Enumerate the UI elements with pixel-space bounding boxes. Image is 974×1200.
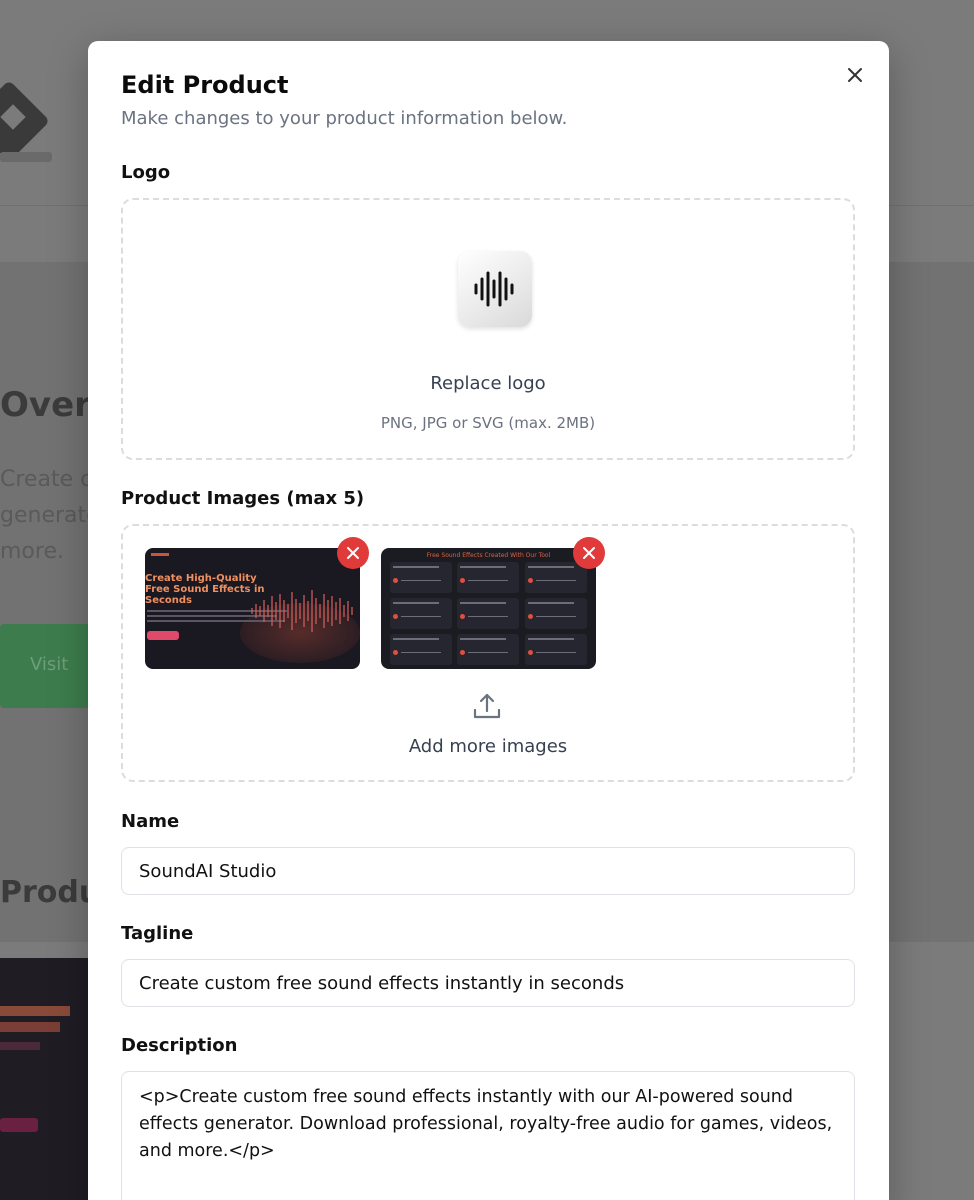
card-play bbox=[393, 650, 398, 655]
card-track bbox=[536, 616, 576, 617]
thumbnail-headline-line: Free Sound Effects in bbox=[145, 584, 265, 595]
thumbnail-card bbox=[390, 562, 452, 593]
remove-image-button[interactable] bbox=[573, 537, 605, 569]
card-play bbox=[460, 614, 465, 619]
card-track bbox=[401, 580, 441, 581]
thumbnail-card bbox=[525, 562, 587, 593]
product-image-thumbnail: Free Sound Effects Created With Our Tool bbox=[381, 548, 596, 669]
add-more-images-button[interactable]: Add more images bbox=[123, 736, 853, 757]
card-play bbox=[460, 578, 465, 583]
edit-product-modal: Edit Product Make changes to your produc… bbox=[88, 41, 889, 1200]
close-button[interactable] bbox=[843, 63, 867, 87]
thumbnail-brand bbox=[151, 553, 169, 556]
card-text bbox=[528, 602, 574, 604]
background-thumbnail bbox=[0, 958, 90, 1200]
thumbnail-card bbox=[457, 598, 519, 629]
thumbnail-headline-line: Create High-Quality bbox=[145, 573, 257, 584]
card-play bbox=[460, 650, 465, 655]
logo-preview bbox=[458, 251, 532, 327]
thumbnail-card bbox=[525, 598, 587, 629]
card-play bbox=[393, 614, 398, 619]
background-sublabel bbox=[0, 152, 52, 162]
x-icon bbox=[583, 547, 595, 559]
product-images-dropzone[interactable]: Create High-Quality Free Sound Effects i… bbox=[121, 524, 855, 782]
card-track bbox=[401, 616, 441, 617]
description-textarea[interactable]: <p>Create custom free sound effects inst… bbox=[121, 1071, 855, 1200]
thumbnail-headline: Free Sound Effects Created With Our Tool bbox=[426, 552, 551, 559]
modal-description: Make changes to your product information… bbox=[121, 108, 568, 129]
background-thumb-line bbox=[0, 1006, 70, 1016]
modal-title: Edit Product bbox=[121, 71, 289, 99]
card-text bbox=[528, 638, 574, 640]
card-text bbox=[460, 602, 506, 604]
background-visit-button: Visit bbox=[0, 624, 90, 708]
name-label: Name bbox=[121, 811, 180, 832]
card-track bbox=[468, 580, 508, 581]
card-track bbox=[468, 652, 508, 653]
thumbnail-card bbox=[390, 634, 452, 665]
thumbnail-cta bbox=[147, 631, 179, 640]
card-text bbox=[460, 566, 506, 568]
thumbnail-card bbox=[390, 598, 452, 629]
card-track bbox=[536, 652, 576, 653]
product-images-label: Product Images (max 5) bbox=[121, 488, 365, 509]
remove-image-button[interactable] bbox=[337, 537, 369, 569]
logo-format-hint: PNG, JPG or SVG (max. 2MB) bbox=[380, 414, 596, 432]
logo-label: Logo bbox=[121, 162, 171, 183]
product-image-thumbnail: Create High-Quality Free Sound Effects i… bbox=[145, 548, 360, 669]
card-track bbox=[536, 580, 576, 581]
card-text bbox=[393, 602, 439, 604]
name-input[interactable]: SoundAI Studio bbox=[121, 847, 855, 895]
logo-dropzone[interactable]: Replace logo PNG, JPG or SVG (max. 2MB) bbox=[121, 198, 855, 460]
close-icon[interactable] bbox=[843, 63, 867, 87]
background-thumb-line bbox=[0, 1042, 40, 1050]
background-visit-label: Visit bbox=[30, 654, 69, 675]
card-play bbox=[528, 650, 533, 655]
card-track bbox=[468, 616, 508, 617]
tagline-label: Tagline bbox=[121, 923, 194, 944]
soundwave-icon bbox=[474, 271, 514, 307]
card-text bbox=[460, 638, 506, 640]
description-label: Description bbox=[121, 1035, 238, 1056]
card-text bbox=[393, 566, 439, 568]
thumbnail-card bbox=[457, 634, 519, 665]
thumbnail-headline-line: Seconds bbox=[145, 595, 193, 606]
card-text bbox=[393, 638, 439, 640]
card-track bbox=[401, 652, 441, 653]
thumbnail-card bbox=[525, 634, 587, 665]
x-icon bbox=[347, 547, 359, 559]
thumbnail-card bbox=[457, 562, 519, 593]
replace-logo-text[interactable]: Replace logo bbox=[123, 373, 853, 394]
upload-icon[interactable] bbox=[471, 690, 503, 722]
thumbnail-waveform bbox=[251, 590, 353, 632]
card-text bbox=[528, 566, 574, 568]
card-play bbox=[528, 578, 533, 583]
background-thumb-button bbox=[0, 1118, 38, 1132]
card-play bbox=[528, 614, 533, 619]
card-play bbox=[393, 578, 398, 583]
background-thumb-line bbox=[0, 1022, 60, 1032]
tagline-input[interactable]: Create custom free sound effects instant… bbox=[121, 959, 855, 1007]
